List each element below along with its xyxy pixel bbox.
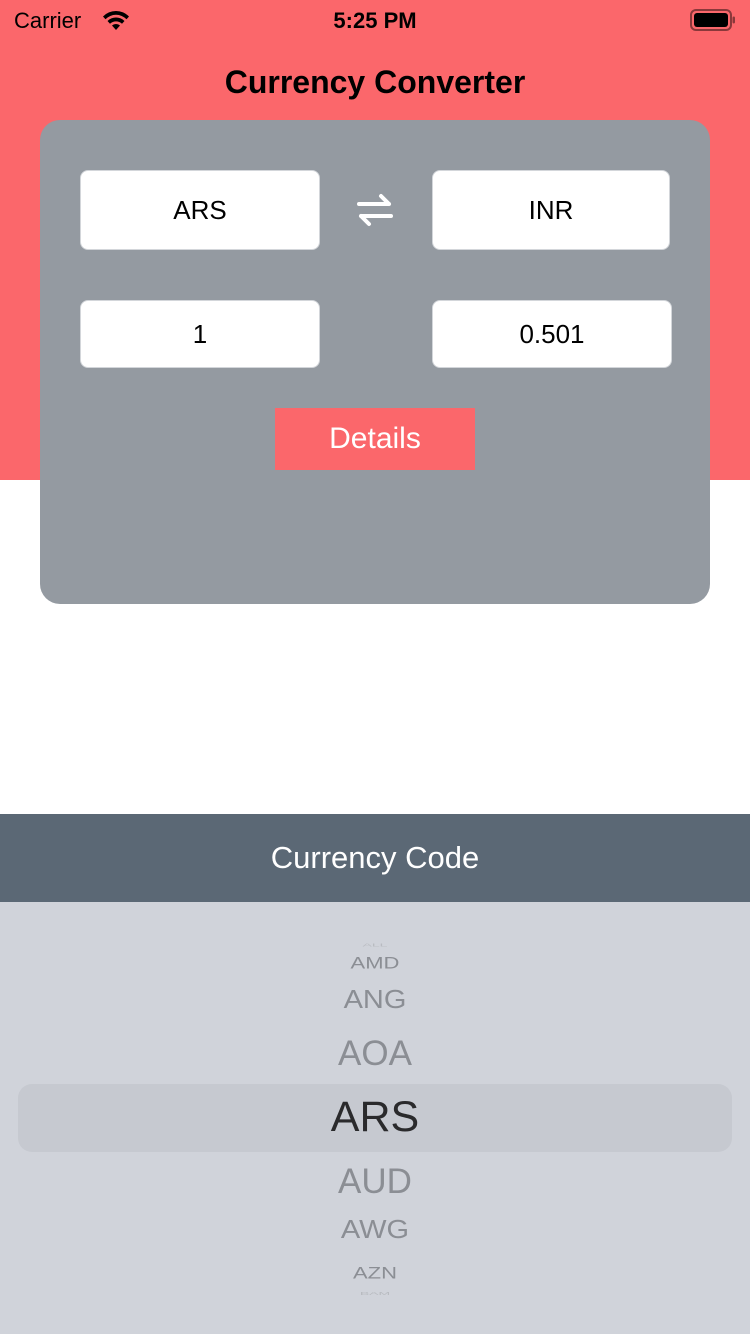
- picker-item[interactable]: AZN: [0, 1264, 750, 1282]
- to-currency-field[interactable]: INR: [432, 170, 670, 250]
- status-bar: Carrier 5:25 PM: [0, 0, 750, 40]
- from-amount-input[interactable]: 1: [80, 300, 320, 368]
- picker-item[interactable]: BAM: [0, 1291, 750, 1296]
- swap-button[interactable]: [352, 188, 398, 232]
- details-button[interactable]: Details: [275, 408, 475, 470]
- swap-arrows-icon: [357, 194, 393, 226]
- currency-picker[interactable]: ALL AMD ANG AOA ARS AUD AWG AZN BAM: [0, 902, 750, 1334]
- picker-item[interactable]: AMD: [0, 954, 750, 972]
- converter-card: ARS INR 1 0.501 Details: [40, 120, 710, 604]
- from-currency-field[interactable]: ARS: [80, 170, 320, 250]
- picker-item[interactable]: AUD: [0, 1164, 750, 1199]
- to-amount-field[interactable]: 0.501: [432, 300, 672, 368]
- picker-title-bar: Currency Code: [0, 814, 750, 902]
- status-time: 5:25 PM: [333, 8, 417, 33]
- picker-item-selected[interactable]: ARS: [0, 1096, 750, 1139]
- app-title: Currency Converter: [224, 64, 526, 100]
- picker-item[interactable]: AOA: [0, 1036, 750, 1071]
- battery-icon: [690, 9, 735, 31]
- picker-title: Currency Code: [270, 840, 480, 875]
- picker-item[interactable]: AWG: [0, 1217, 750, 1244]
- picker-item[interactable]: ALL: [0, 943, 750, 948]
- picker-item[interactable]: ANG: [0, 987, 750, 1014]
